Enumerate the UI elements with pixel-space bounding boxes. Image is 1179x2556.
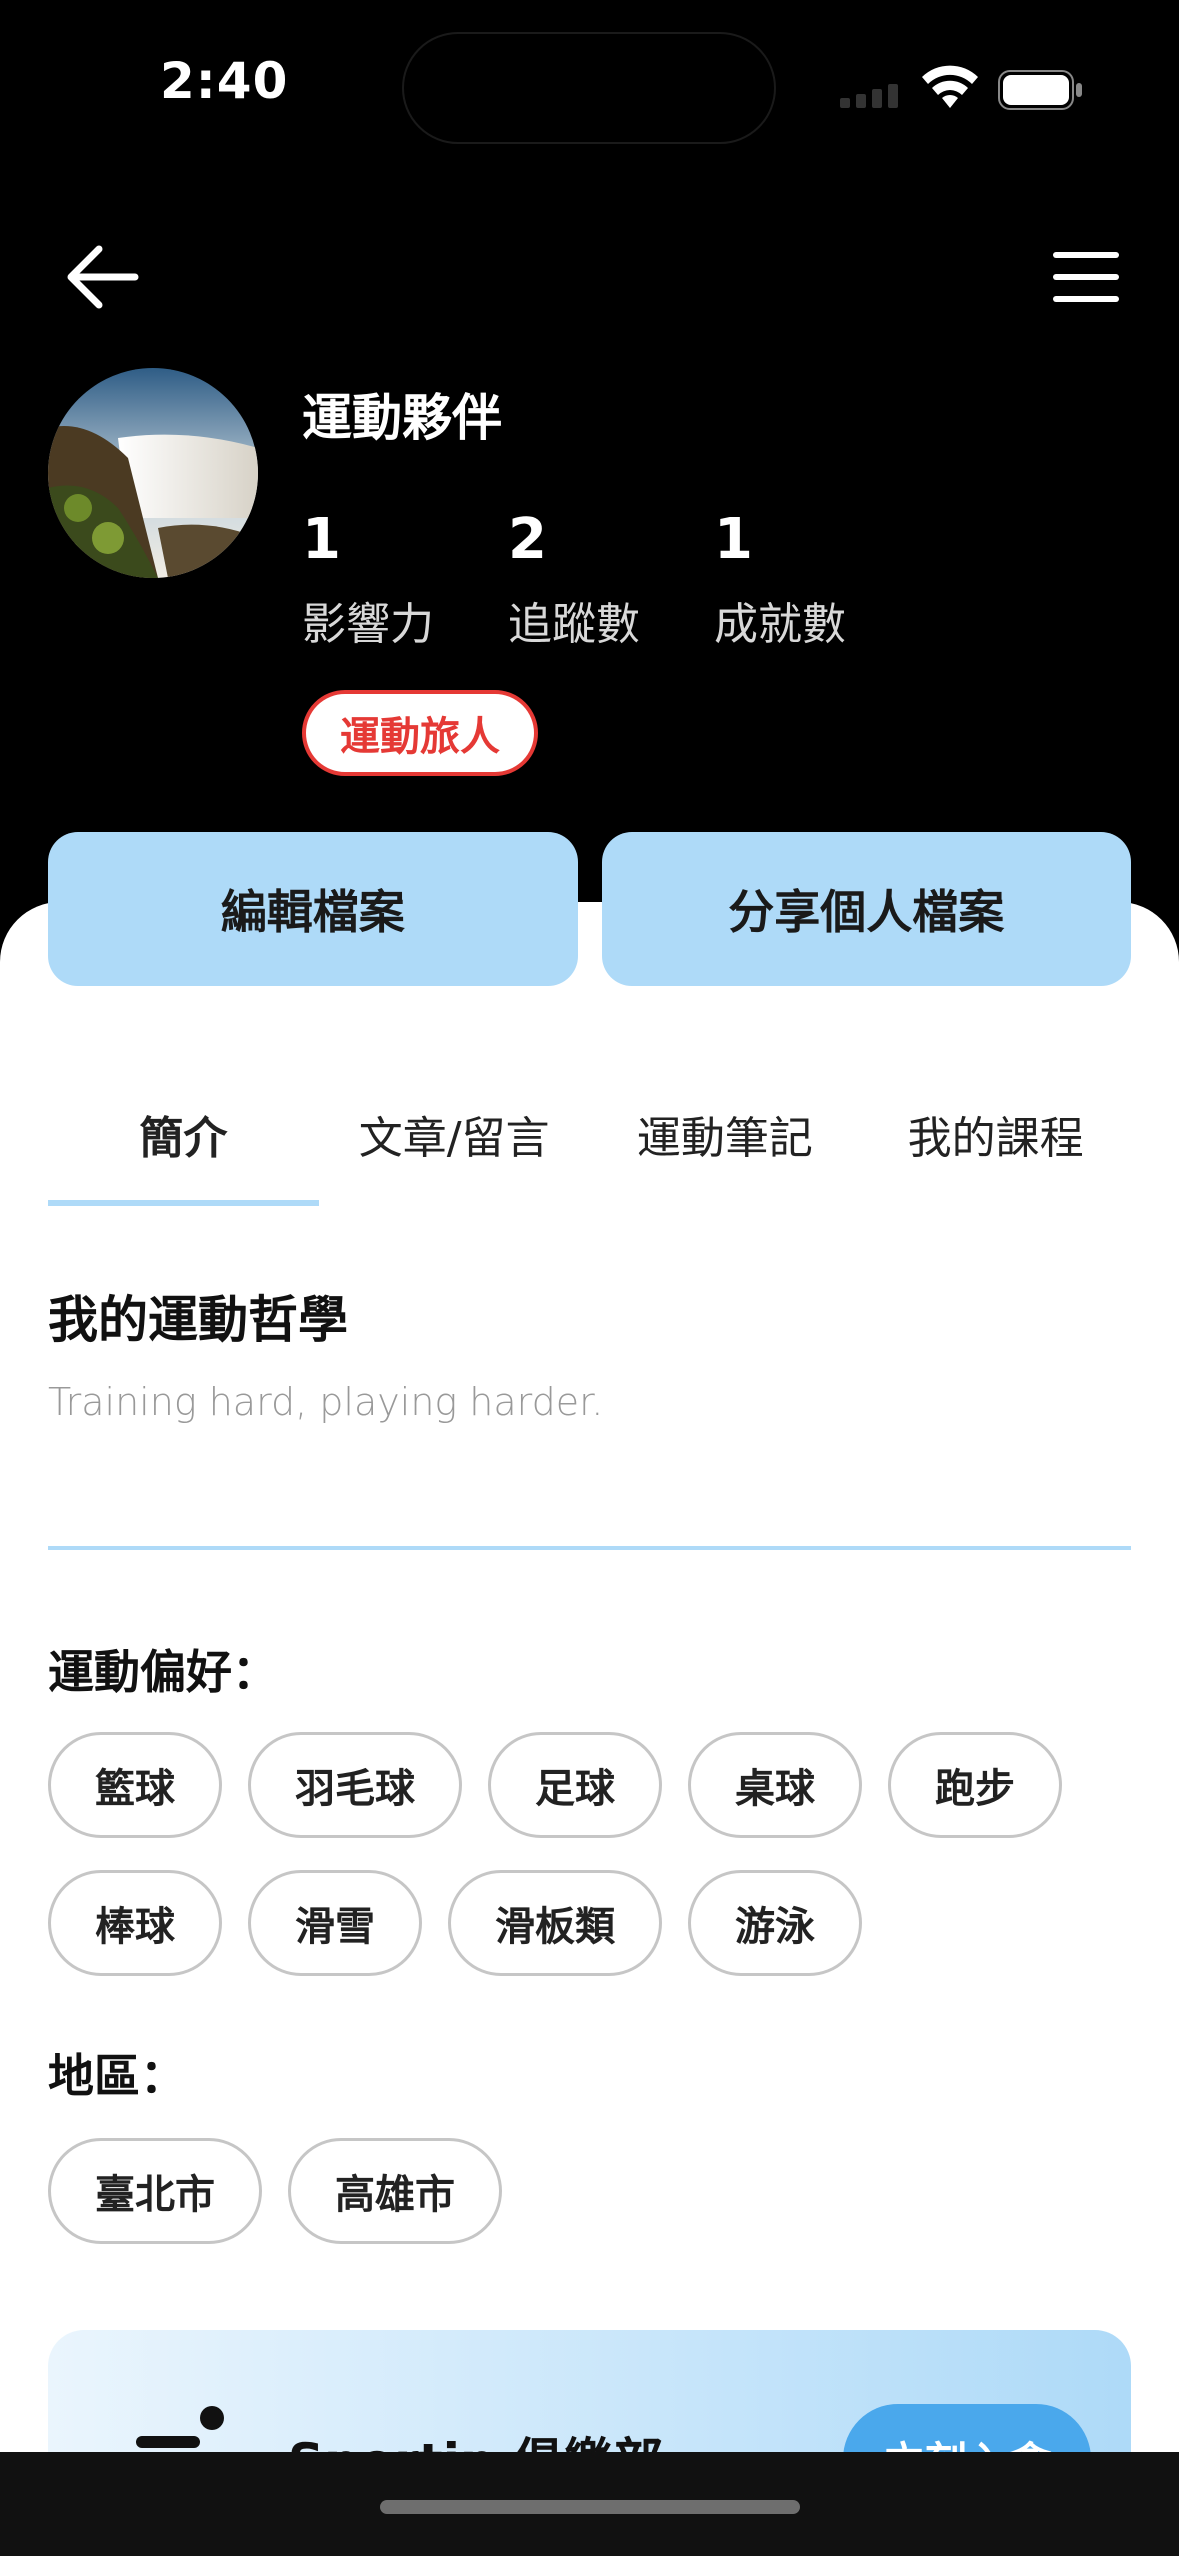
status-time: 2:40	[160, 52, 289, 110]
profile-stats: 1 影響力 2 追蹤數 1 成就數	[302, 508, 920, 652]
stat-value: 2	[508, 507, 547, 572]
stat-following[interactable]: 2 追蹤數	[508, 508, 714, 652]
status-bar: 2:40	[0, 0, 1179, 180]
sport-chip[interactable]: 桌球	[688, 1732, 862, 1838]
stat-label: 成就數	[714, 599, 846, 650]
regions-row: 臺北市 高雄市	[48, 2138, 502, 2244]
preferences-row-2: 棒球 滑雪 滑板類 游泳	[48, 1870, 862, 1976]
dynamic-island	[402, 32, 776, 144]
top-nav	[0, 220, 1179, 330]
action-row: 編輯檔案 分享個人檔案	[48, 832, 1131, 986]
tab-intro[interactable]: 簡介	[48, 1060, 319, 1206]
wifi-icon	[922, 65, 978, 108]
tab-posts[interactable]: 文章/留言	[319, 1060, 590, 1206]
region-chip[interactable]: 高雄市	[288, 2138, 502, 2244]
tab-courses[interactable]: 我的課程	[860, 1060, 1131, 1206]
sport-chip[interactable]: 滑板類	[448, 1870, 662, 1976]
sport-chip[interactable]: 足球	[488, 1732, 662, 1838]
preferences-label: 運動偏好：	[48, 1645, 278, 1699]
sport-chip[interactable]: 跑步	[888, 1732, 1062, 1838]
stat-label: 影響力	[302, 599, 434, 650]
hamburger-menu-icon	[1053, 252, 1119, 302]
sport-chip[interactable]: 棒球	[48, 1870, 222, 1976]
home-bar-area	[0, 2452, 1179, 2556]
stat-value: 1	[302, 507, 341, 572]
menu-button[interactable]	[1041, 232, 1131, 322]
edit-profile-button[interactable]: 編輯檔案	[48, 832, 578, 986]
sport-chip[interactable]: 滑雪	[248, 1870, 422, 1976]
section-divider	[48, 1546, 1131, 1550]
avatar[interactable]	[48, 368, 258, 578]
battery-icon	[998, 70, 1082, 110]
profile-tabs: 簡介 文章/留言 運動筆記 我的課程	[48, 1060, 1131, 1206]
stat-influence[interactable]: 1 影響力	[302, 508, 508, 652]
share-profile-button[interactable]: 分享個人檔案	[601, 832, 1131, 986]
sport-chip[interactable]: 游泳	[688, 1870, 862, 1976]
region-chip[interactable]: 臺北市	[48, 2138, 262, 2244]
stat-achievements[interactable]: 1 成就數	[714, 508, 920, 652]
stat-label: 追蹤數	[508, 599, 640, 650]
profile-header: 運動夥伴 1 影響力 2 追蹤數 1 成就數 運動旅人	[48, 368, 1148, 788]
home-indicator[interactable]	[380, 2500, 800, 2514]
signal-icon	[840, 84, 898, 108]
back-button[interactable]	[56, 232, 146, 322]
philosophy-title: 我的運動哲學	[48, 1291, 348, 1349]
profile-name: 運動夥伴	[302, 389, 502, 447]
arrow-left-icon	[67, 245, 139, 309]
preferences-row-1: 籃球 羽毛球 足球 桌球 跑步	[48, 1732, 1062, 1838]
sport-chip[interactable]: 籃球	[48, 1732, 222, 1838]
avatar-waterfall-image	[48, 368, 258, 578]
stat-value: 1	[714, 507, 753, 572]
profile-badge: 運動旅人	[302, 690, 538, 776]
regions-label: 地區：	[48, 2049, 186, 2103]
philosophy-text: Training hard, playing harder.	[48, 1380, 604, 1424]
sport-chip[interactable]: 羽毛球	[248, 1732, 462, 1838]
tab-notes[interactable]: 運動筆記	[590, 1060, 861, 1206]
